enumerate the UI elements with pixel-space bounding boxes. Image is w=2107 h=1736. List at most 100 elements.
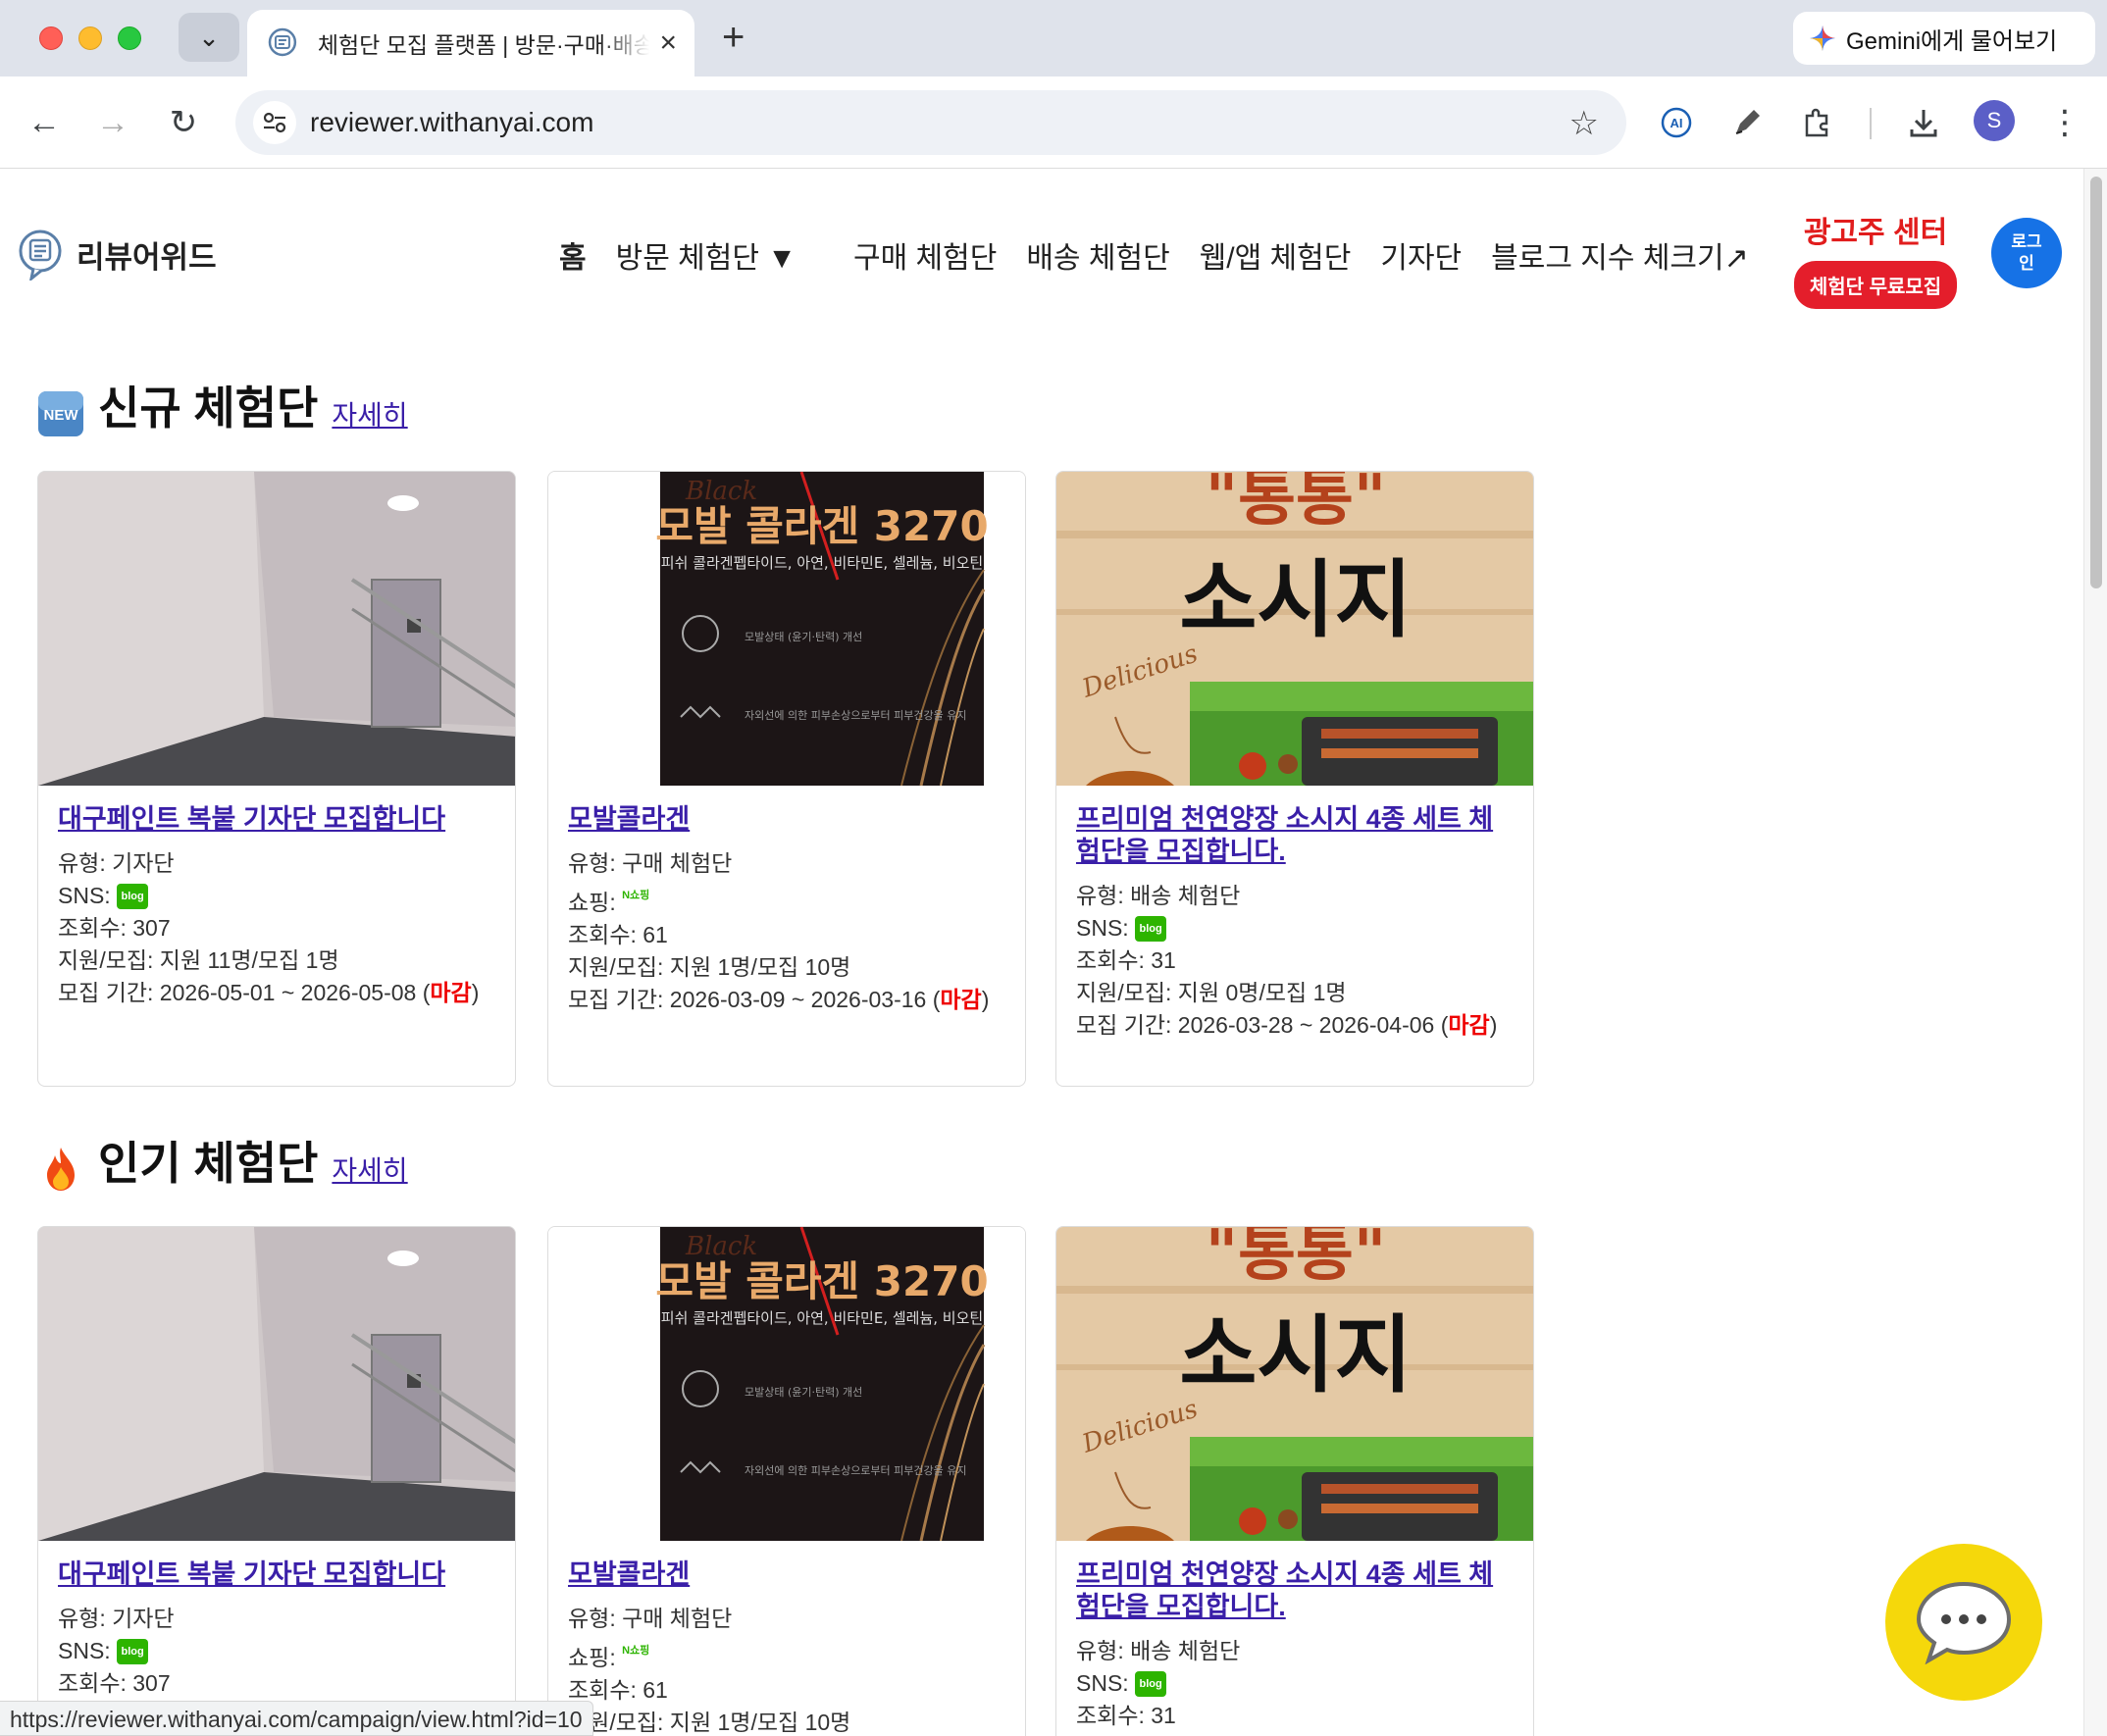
campaign-title-link[interactable]: 모발콜라겐 (568, 803, 1005, 836)
login-label-1: 로그 (2011, 232, 2042, 251)
period-text: 모집 기간: 2026-05-01 ~ 2026-05-08 ( (58, 980, 431, 1005)
campaign-applicants: 지원/모집: 지원 1명/모집 10명 (568, 1710, 851, 1735)
campaign-title-link[interactable]: 모발콜라겐 (568, 1558, 1005, 1591)
campaign-card[interactable]: "통통" 소시지 Delicious 프리미엄 천연양장 소시지 4종 세트 체… (1055, 1226, 1534, 1736)
section-popular-more-link[interactable]: 자세히 (332, 1149, 407, 1189)
campaign-card[interactable]: Black 모발 콜라겐 3270 피쉬 콜라겐펩타이드, 아연, 비타민E, … (547, 471, 1026, 1087)
nav-webapp[interactable]: 웹/앱 체험단 (1200, 233, 1352, 277)
campaign-period: 모집 기간: 2026-05-01 ~ 2026-05-08 (마감) (58, 977, 495, 1009)
nav-visit-dropdown[interactable]: 방문 체험단 ▼ (616, 233, 797, 277)
channel-label: SNS: (58, 1638, 111, 1663)
tab-close-icon[interactable]: × (659, 26, 677, 60)
campaign-title-link[interactable]: 대구페인트 복붙 기자단 모집합니다 (58, 1558, 495, 1591)
window-maximize-button[interactable] (118, 26, 141, 50)
profile-avatar[interactable]: S (1974, 100, 2015, 141)
closed-status: 마감 (1448, 1012, 1490, 1038)
naver-blog-icon: blog (117, 884, 149, 909)
main-nav: 홈 방문 체험단 ▼ 구매 체험단 배송 체험단 웹/앱 체험단 기자단 블로그… (559, 233, 1778, 277)
naver-blog-icon: blog (117, 1639, 149, 1664)
campaign-type: 유형: 기자단 (58, 1606, 175, 1631)
campaign-thumbnail-hallway[interactable] (38, 472, 515, 786)
free-recruit-badge[interactable]: 체험단 무료모집 (1793, 261, 1958, 309)
window-close-button[interactable] (39, 26, 63, 50)
nav-blog-check[interactable]: 블로그 지수 체크기↗ (1491, 233, 1749, 277)
svg-text:소시지: 소시지 (1179, 1306, 1412, 1404)
nav-home[interactable]: 홈 (559, 233, 587, 277)
scrollbar-thumb[interactable] (2090, 177, 2102, 588)
section-popular-heading: 인기 체험단 (98, 1138, 319, 1189)
toolbar-divider (1870, 108, 1872, 139)
gemini-sparkle-icon (1810, 26, 1835, 51)
campaign-title-link[interactable]: 프리미엄 천연양장 소시지 4종 세트 체험단을 모집합니다. (1076, 1558, 1514, 1623)
campaign-type: 유형: 배송 체험단 (1076, 883, 1241, 908)
tab-title: 체험단 모집 플랫폼 | 방문·구매·배송 (317, 32, 650, 58)
svg-text:모발 콜라겐 3270: 모발 콜라겐 3270 (655, 502, 988, 550)
campaign-thumbnail-collagen[interactable]: Black 모발 콜라겐 3270 피쉬 콜라겐펩타이드, 아연, 비타민E, … (548, 472, 1025, 786)
pen-extension-icon[interactable] (1724, 100, 1770, 145)
campaign-period: 모집 기간: 2026-03-09 ~ 2026-03-16 (마감) (568, 984, 1005, 1016)
campaign-card[interactable]: 대구페인트 복붙 기자단 모집합니다 유형: 기자단 SNS: blog 조회수… (37, 1226, 516, 1736)
nav-purchase[interactable]: 구매 체험단 (853, 233, 997, 277)
kakao-chat-button[interactable] (1885, 1544, 2042, 1701)
campaign-thumbnail-collagen[interactable]: Black 모발 콜라겐 3270 피쉬 콜라겐펩타이드, 아연, 비타민E, … (548, 1227, 1025, 1541)
forward-arrow-icon[interactable]: → (90, 100, 135, 145)
site-info-tune-icon[interactable] (253, 101, 296, 144)
nav-delivery[interactable]: 배송 체험단 (1026, 233, 1169, 277)
extensions-puzzle-icon[interactable] (1795, 100, 1840, 145)
browser-menu-icon[interactable]: ⋮ (2042, 100, 2087, 145)
campaign-title-link[interactable]: 대구페인트 복붙 기자단 모집합니다 (58, 803, 495, 836)
campaign-type: 유형: 구매 체험단 (568, 850, 733, 876)
browser-tab-strip: ⌄ 체험단 모집 플랫폼 | 방문·구매·배송 × + Gemini에게 물어보… (0, 0, 2107, 77)
browser-tab-active[interactable]: 체험단 모집 플랫폼 | 방문·구매·배송 × (247, 10, 694, 77)
chat-bubble-icon (1916, 1581, 2012, 1664)
page-scrollbar[interactable] (2083, 169, 2107, 1736)
campaign-card[interactable]: 대구페인트 복붙 기자단 모집합니다 유형: 기자단 SNS: blog 조회수… (37, 471, 516, 1087)
campaign-type: 유형: 배송 체험단 (1076, 1638, 1241, 1663)
campaign-channel: SNS: blog (1076, 912, 1514, 945)
bookmark-star-icon[interactable]: ☆ (1569, 104, 1599, 143)
section-new-more-link[interactable]: 자세히 (332, 394, 407, 434)
campaign-views: 조회수: 307 (58, 1670, 171, 1696)
tab-search-chevron-down-icon[interactable]: ⌄ (179, 13, 239, 62)
campaign-card[interactable]: "통통" 소시지 Delicious 프리미엄 천연양장 소시지 4종 세트 체… (1055, 471, 1534, 1087)
login-label-2: 인 (2019, 254, 2034, 273)
gemini-button[interactable]: Gemini에게 물어보기 (1793, 12, 2095, 65)
campaign-channel: 쇼핑: N쇼핑 (568, 880, 1005, 919)
campaign-type: 유형: 구매 체험단 (568, 1606, 733, 1631)
period-close-paren: ) (471, 980, 480, 1005)
site-logo[interactable]: 리뷰어위드 (16, 228, 217, 281)
svg-text:모발상태 (윤기·탄력) 개선: 모발상태 (윤기·탄력) 개선 (745, 631, 862, 643)
campaign-card[interactable]: Black 모발 콜라겐 3270 피쉬 콜라겐펩타이드, 아연, 비타민E, … (547, 1226, 1026, 1736)
nav-reporter[interactable]: 기자단 (1380, 233, 1462, 277)
svg-text:자외선에 의한 피부손상으로부터 피부건강을 유지: 자외선에 의한 피부손상으로부터 피부건강을 유지 (745, 709, 967, 722)
advertiser-title[interactable]: 광고주 센터 (1791, 208, 1960, 251)
period-text: 모집 기간: 2026-03-28 ~ 2026-04-06 ( (1076, 1012, 1449, 1038)
svg-text:"통통": "통통" (1206, 472, 1386, 535)
period-close-paren: ) (1489, 1012, 1498, 1038)
address-bar[interactable]: reviewer.withanyai.com ☆ (235, 90, 1626, 155)
section-popular-title: 인기 체험단 자세히 (37, 1128, 408, 1193)
web-page: 리뷰어위드 홈 방문 체험단 ▼ 구매 체험단 배송 체험단 웹/앱 체험단 기… (0, 169, 2083, 1736)
status-bar-url: https://reviewer.withanyai.com/campaign/… (0, 1701, 593, 1736)
advertiser-center[interactable]: 광고주 센터 체험단 무료모집 (1791, 208, 1960, 309)
channel-label: 쇼핑: (568, 890, 616, 915)
closed-status: 마감 (430, 980, 472, 1005)
campaign-views: 조회수: 31 (1076, 947, 1176, 973)
campaign-thumbnail-hallway[interactable] (38, 1227, 515, 1541)
window-minimize-button[interactable] (78, 26, 102, 50)
campaign-thumbnail-sausage[interactable]: "통통" 소시지 Delicious (1056, 1227, 1533, 1541)
reload-icon[interactable]: ↻ (161, 100, 206, 145)
login-button[interactable]: 로그인 (1991, 218, 2062, 288)
svg-text:소시지: 소시지 (1179, 551, 1412, 649)
new-tab-plus-icon[interactable]: + (722, 16, 745, 60)
back-arrow-icon[interactable]: ← (22, 100, 67, 145)
period-text: 모집 기간: 2026-03-09 ~ 2026-03-16 ( (568, 987, 941, 1012)
campaign-thumbnail-sausage[interactable]: "통통" 소시지 Delicious (1056, 472, 1533, 786)
ai-extension-icon[interactable]: AI (1654, 100, 1699, 145)
campaign-applicants: 지원/모집: 지원 0명/모집 1명 (1076, 980, 1347, 1005)
new-badge-icon: NEW (38, 391, 83, 436)
download-icon[interactable] (1901, 100, 1946, 145)
logo-text: 리뷰어위드 (77, 239, 217, 275)
naver-shopping-icon: N쇼핑 (622, 1645, 650, 1657)
campaign-title-link[interactable]: 프리미엄 천연양장 소시지 4종 세트 체험단을 모집합니다. (1076, 803, 1514, 868)
